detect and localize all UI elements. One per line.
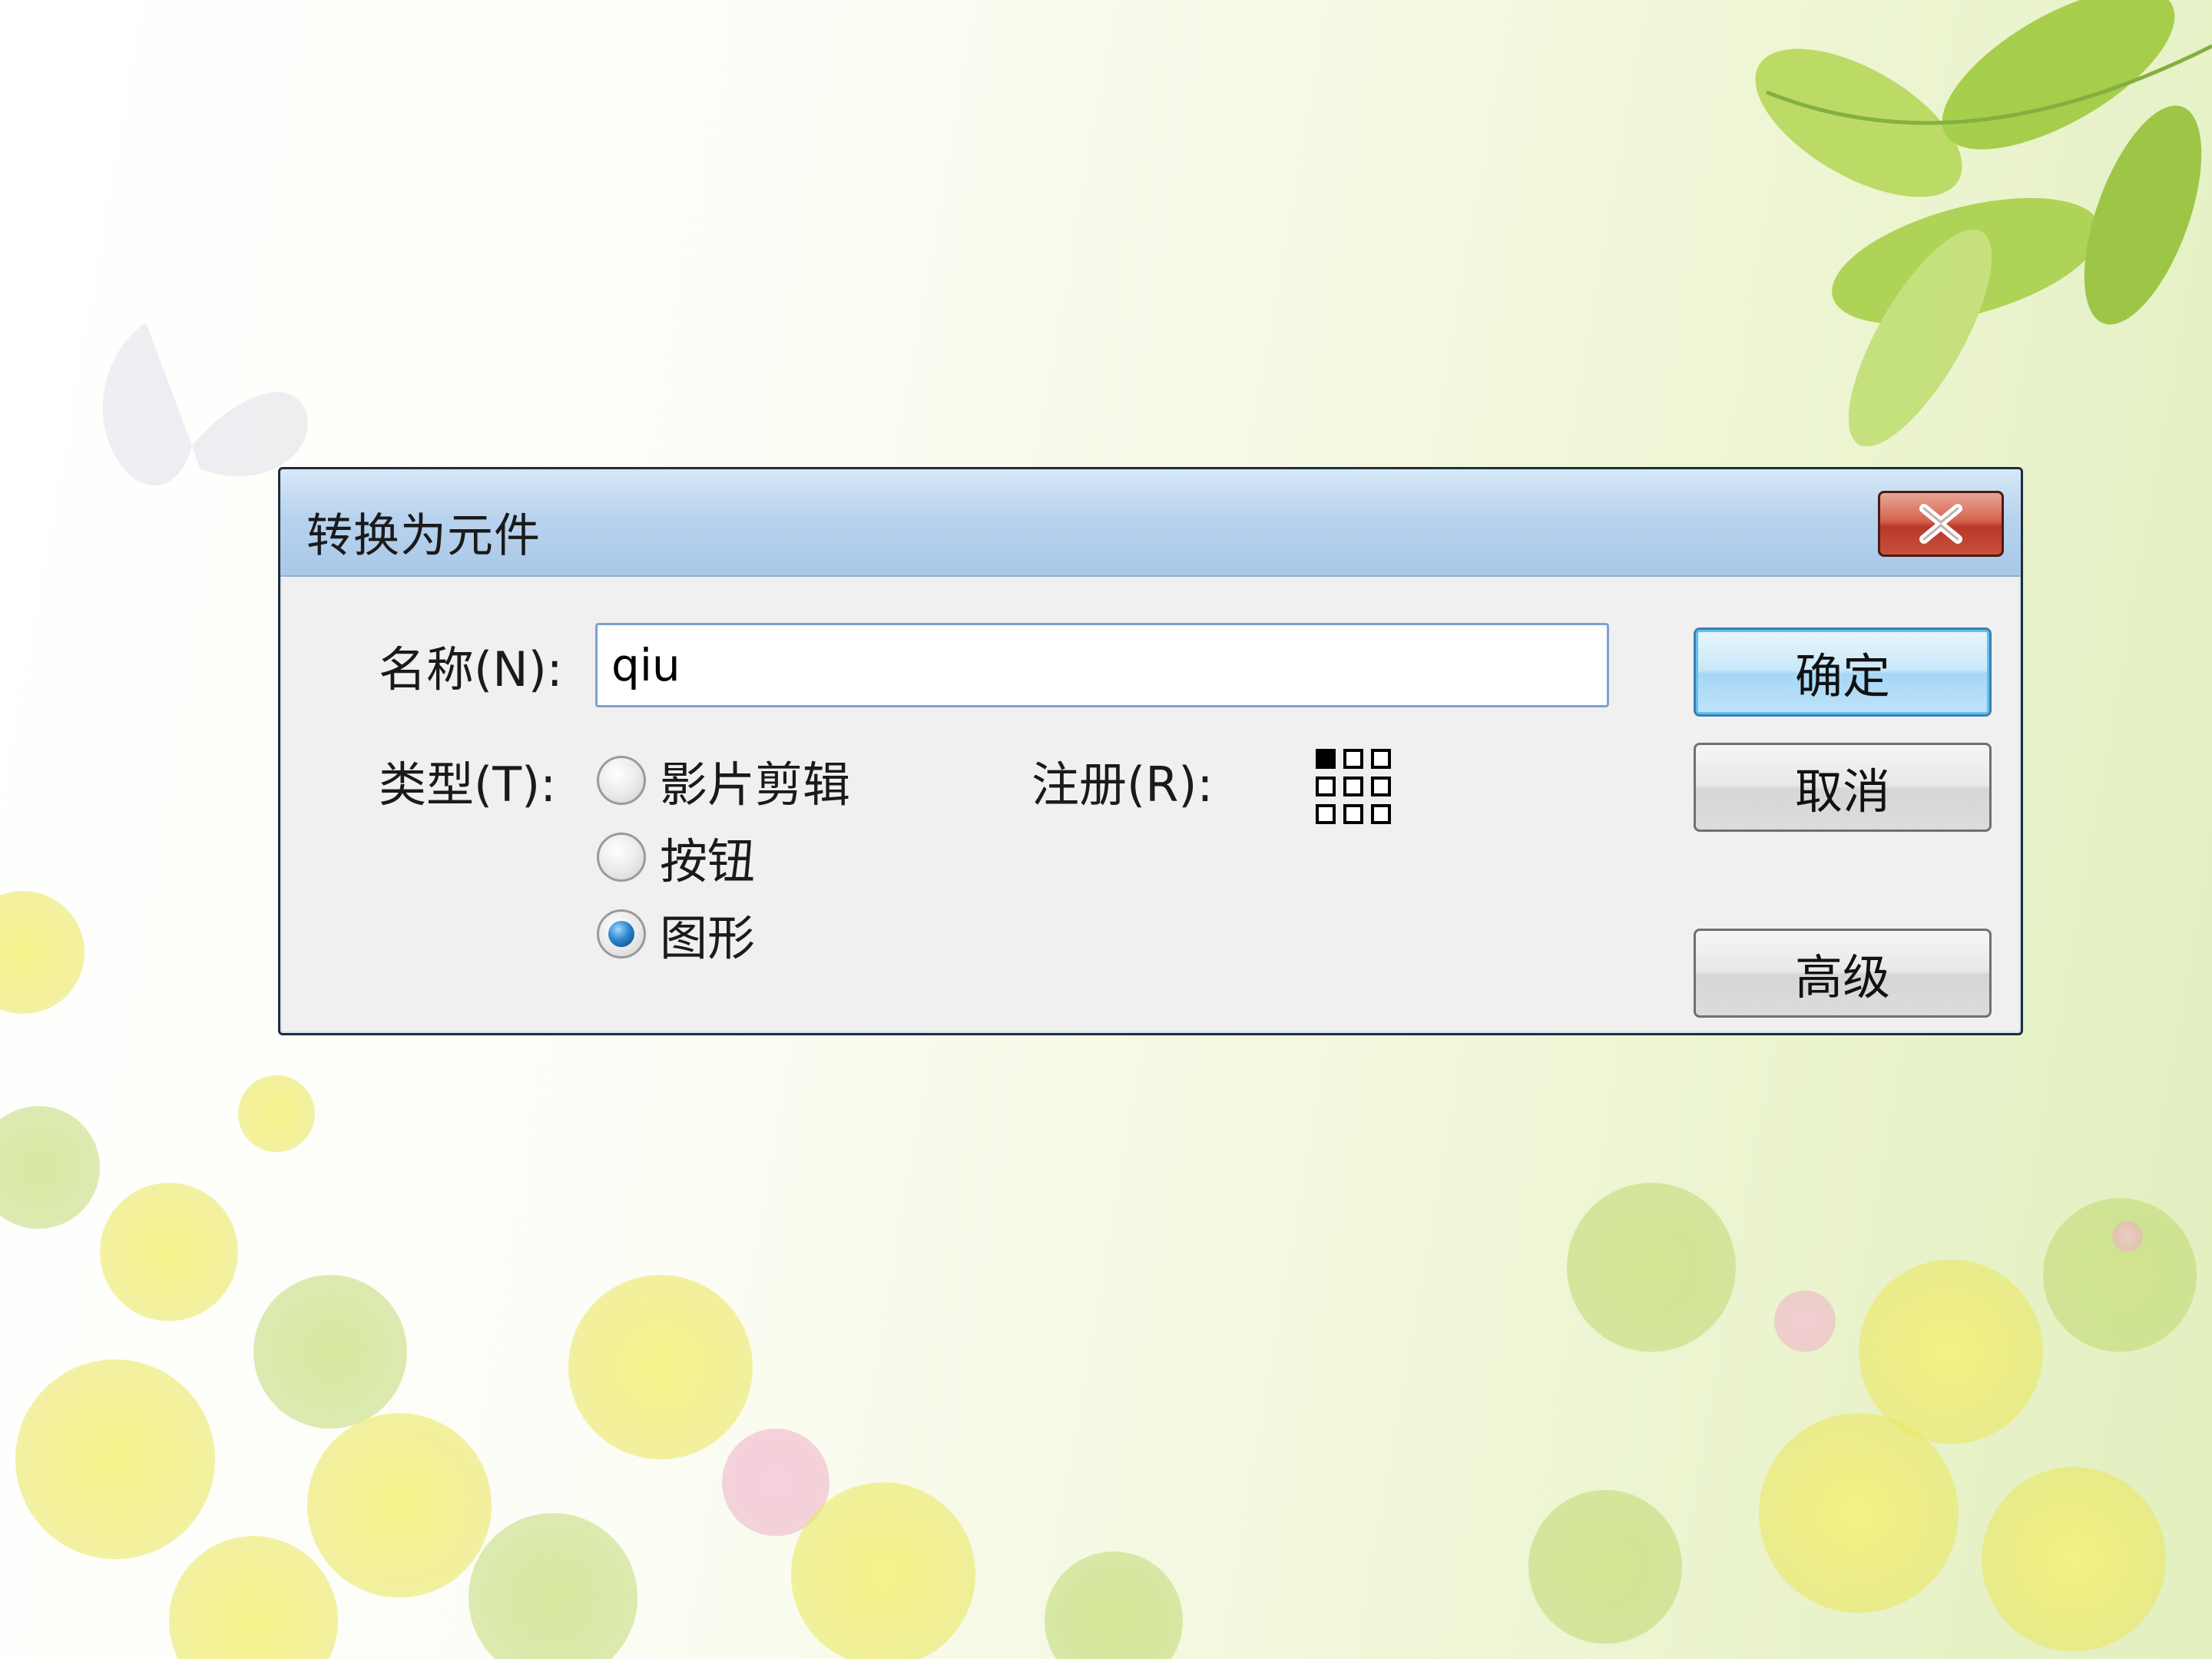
radio-label-button: 按钮 [660,833,756,889]
registration-point-bottom-right[interactable] [1371,804,1391,824]
leaves-decoration [1755,0,2212,447]
registration-point-center[interactable] [1343,777,1363,796]
registration-point-top-right[interactable] [1371,749,1391,769]
ok-button[interactable]: 确定 [1694,628,1992,717]
radio-label-movie-clip: 影片剪辑 [660,757,851,813]
registration-point-bottom-center[interactable] [1343,804,1363,824]
registration-point-middle-left[interactable] [1316,777,1336,796]
registration-point-bottom-left[interactable] [1316,804,1336,824]
radio-movie-clip[interactable] [597,756,646,805]
advanced-button[interactable]: 高级 [1694,929,1992,1018]
type-option-button[interactable]: 按钮 [597,823,755,892]
radio-button[interactable] [597,833,646,882]
radio-label-graphic: 图形 [660,910,756,966]
butterfly-decoration [102,323,308,486]
registration-point-top-center[interactable] [1343,749,1363,769]
name-label: 名称(N): [379,641,563,697]
type-option-movie-clip[interactable]: 影片剪辑 [597,746,850,815]
dialog-title: 转换为元件 [306,509,541,563]
cancel-button[interactable]: 取消 [1694,743,1992,832]
convert-to-symbol-dialog: 转换为元件 名称(N): 类型(T): 影片剪辑 按钮 图形 注册(R): [278,467,2023,1035]
name-input[interactable] [595,623,1609,707]
registration-point-top-left[interactable] [1316,749,1336,769]
close-button[interactable] [1878,491,2004,557]
radio-graphic[interactable] [597,909,646,959]
type-option-graphic[interactable]: 图形 [597,899,755,969]
type-label: 类型(T): [379,757,557,813]
registration-point-middle-right[interactable] [1371,777,1391,796]
registration-grid-icon[interactable] [1316,749,1391,824]
dialog-titlebar[interactable]: 转换为元件 [280,469,2021,577]
registration-label: 注册(R): [1031,757,1214,813]
dialog-body: 名称(N): 类型(T): 影片剪辑 按钮 图形 注册(R): 确定 [280,575,2021,1033]
close-x-icon [1919,504,1962,544]
